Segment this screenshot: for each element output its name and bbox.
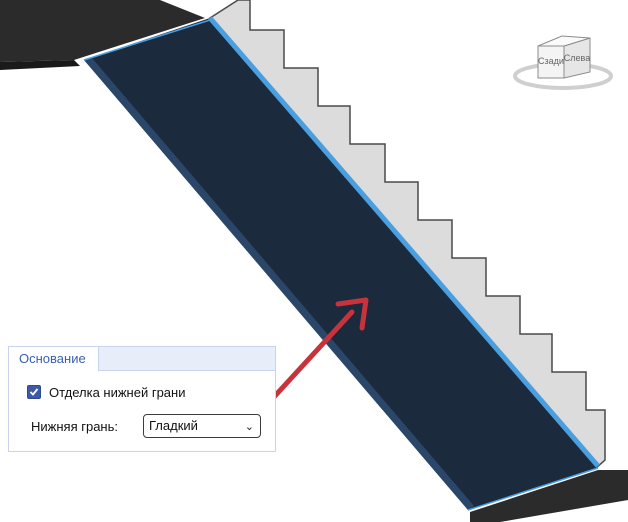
bottom-finish-row[interactable]: Отделка нижней грани [27,384,185,400]
tab-base[interactable]: Основание [9,347,99,371]
panel-body: Отделка нижней грани Нижняя грань: Гладк… [9,371,275,451]
properties-panel: Основание Отделка нижней грани Нижняя гр… [8,346,276,452]
bottom-face-select-value: Гладкий [149,418,198,433]
bottom-face-row: Нижняя грань: Гладкий ⌄ [31,413,261,439]
bottom-face-select[interactable]: Гладкий ⌄ [143,414,261,438]
bottom-finish-checkbox[interactable] [27,385,41,399]
viewcube-label-back: Сзади [538,56,564,66]
check-icon [29,388,39,396]
viewcube-label-left: Слева [564,53,590,63]
bottom-finish-label: Отделка нижней грани [49,384,186,400]
bottom-face-label: Нижняя грань: [31,418,118,434]
viewcube[interactable]: Сзади Слева [513,35,613,90]
chevron-down-icon: ⌄ [244,421,254,433]
panel-header: Основание [9,347,275,371]
